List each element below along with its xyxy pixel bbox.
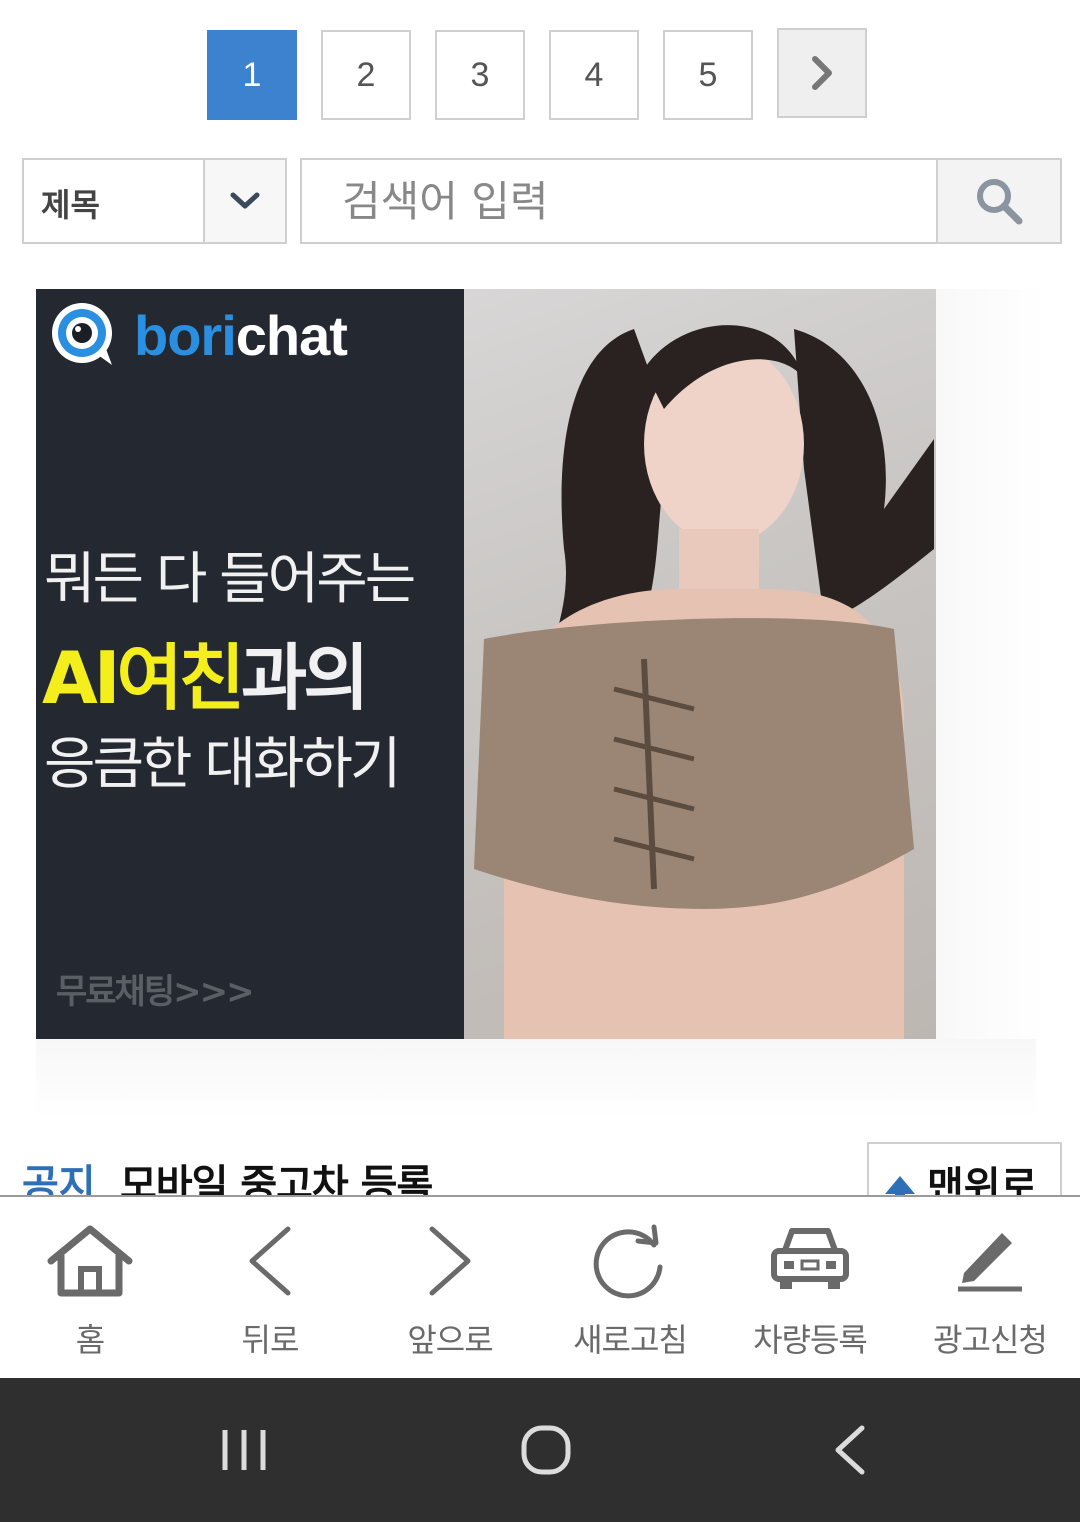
back-icon	[835, 1425, 865, 1475]
scroll-top-label: 맨위로	[927, 1164, 1038, 1196]
page-number: 5	[698, 55, 718, 94]
ad-headline-3: 응큼한 대화하기	[44, 732, 401, 797]
search-icon	[977, 179, 1023, 225]
nav-label: 차량등록	[753, 1321, 868, 1359]
chevron-right-icon	[812, 56, 832, 90]
search-input[interactable]	[302, 160, 938, 242]
ad-headline-2: AI여친과의	[42, 619, 370, 724]
system-navigation-bar	[0, 1378, 1080, 1522]
system-back-button[interactable]	[780, 1378, 920, 1522]
nav-ad-request[interactable]: 광고신청	[900, 1197, 1080, 1380]
home-circle-icon	[521, 1425, 571, 1475]
arrow-up-icon	[885, 1176, 915, 1196]
recent-apps-button[interactable]	[174, 1378, 314, 1522]
nav-forward[interactable]: 앞으로	[360, 1197, 540, 1380]
page-button-5[interactable]: 5	[663, 30, 753, 120]
ad-cta: 무료채팅>>>	[56, 972, 255, 1012]
ad-headline-1: 뭐든 다 들어주는	[44, 547, 416, 612]
nav-register-car[interactable]: 차량등록	[720, 1197, 900, 1380]
ad-photo	[464, 289, 936, 1039]
page-button-2[interactable]: 2	[321, 30, 411, 120]
page-button-3[interactable]: 3	[435, 30, 525, 120]
pencil-icon	[958, 1233, 1022, 1292]
page-root: 1 2 3 4 5 제목 검색어 입력 borichat 뭐든 다 들어주는 A…	[0, 0, 1080, 1522]
nav-label: 뒤로	[241, 1321, 300, 1359]
ad-brand-suffix: chat	[235, 303, 348, 367]
notice-tag: 공지	[22, 1162, 96, 1196]
nav-label: 새로고침	[573, 1321, 688, 1359]
next-page-button[interactable]	[777, 28, 867, 118]
page-button-4[interactable]: 4	[549, 30, 639, 120]
chevron-left-icon	[249, 1226, 291, 1296]
search-button[interactable]	[936, 158, 1062, 244]
ad-text-panel: borichat 뭐든 다 들어주는 AI여친과의 응큼한 대화하기 무료채팅>…	[36, 289, 464, 1039]
search-input-container	[300, 158, 938, 244]
bottom-nav: 홈 뒤로 앞으로 새로고침 차량등록 광고신청	[0, 1195, 1080, 1378]
nav-refresh[interactable]: 새로고침	[540, 1197, 720, 1380]
chat-bubble-logo-icon	[52, 303, 112, 365]
notice-row[interactable]: 공지 모바일 중고차 등록 맨위로	[0, 1140, 1080, 1196]
system-home-button[interactable]	[476, 1378, 616, 1522]
chevron-right-icon	[429, 1226, 471, 1296]
notice-title[interactable]: 모바일 중고차 등록	[120, 1152, 433, 1196]
nav-home[interactable]: 홈	[0, 1197, 180, 1380]
ad-headline-2-rest: 과의	[241, 636, 370, 720]
ad-logo: borichat	[48, 299, 348, 371]
ad-brand-name: borichat	[134, 303, 348, 368]
ad-brand-prefix: bori	[134, 303, 237, 367]
ad-banner[interactable]: borichat 뭐든 다 들어주는 AI여친과의 응큼한 대화하기 무료채팅>…	[36, 289, 936, 1039]
chevron-down-icon	[230, 192, 260, 209]
ad-shadow	[936, 289, 1046, 1049]
recent-apps-icon	[222, 1430, 266, 1470]
scroll-top-button[interactable]: 맨위로	[867, 1142, 1062, 1196]
page-number: 4	[584, 55, 604, 94]
car-icon	[771, 1228, 849, 1289]
search-field-select[interactable]: 제목	[22, 158, 287, 244]
nav-label: 앞으로	[407, 1321, 493, 1359]
page-number: 2	[356, 55, 376, 94]
refresh-icon	[593, 1224, 663, 1299]
select-dropdown-button[interactable]	[203, 160, 285, 242]
pagination: 1 2 3 4 5	[0, 28, 1080, 120]
page-number: 3	[470, 55, 490, 94]
nav-label: 홈	[75, 1321, 105, 1359]
ad-shadow-bottom	[36, 1039, 1036, 1119]
search-field-selected: 제목	[41, 186, 100, 224]
nav-label: 광고신청	[933, 1321, 1048, 1359]
home-icon	[47, 1225, 133, 1297]
page-button-1[interactable]: 1	[207, 30, 297, 120]
page-number: 1	[242, 55, 262, 94]
ad-highlight: AI여친	[42, 636, 245, 720]
ad-model-photo-placeholder	[474, 325, 934, 1039]
nav-back[interactable]: 뒤로	[180, 1197, 360, 1380]
